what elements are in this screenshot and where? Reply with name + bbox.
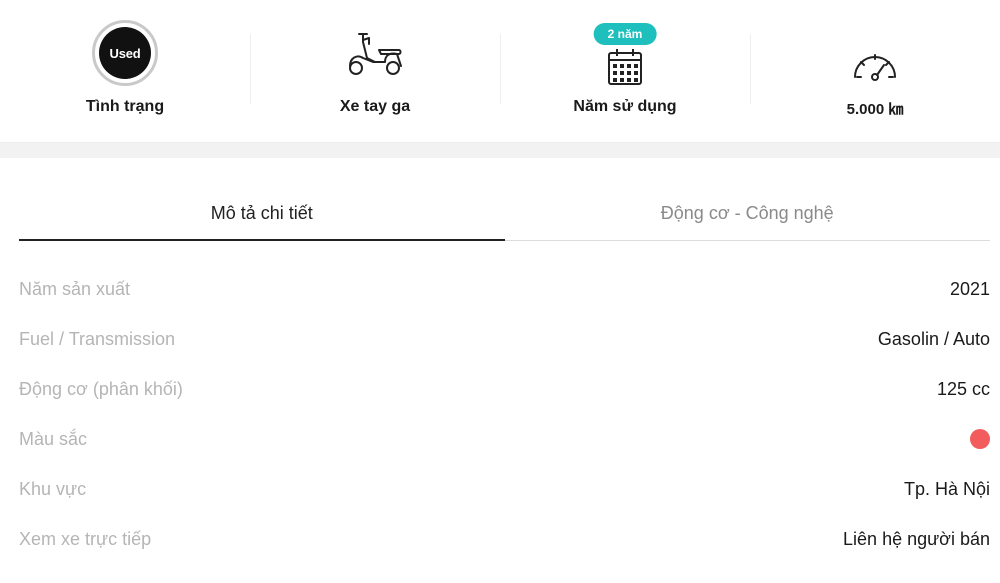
spec-value: 125 cc bbox=[936, 378, 990, 399]
years-used-cell: 2 năm Năm sử dụng bbox=[500, 0, 750, 142]
spec-value: Tp. Hà Nội bbox=[903, 478, 990, 499]
detail-tabs: Mô tả chi tiết Động cơ - Công nghệ bbox=[19, 185, 990, 241]
vehicle-type-cell: Xe tay ga bbox=[250, 0, 500, 142]
years-used-pill: 2 năm bbox=[593, 23, 657, 45]
spec-key: Xem xe trực tiếp bbox=[19, 528, 152, 549]
spec-key: Khu vực bbox=[19, 478, 87, 499]
color-swatch bbox=[970, 429, 990, 449]
spec-value: Liên hệ người bán bbox=[843, 528, 990, 549]
section-divider bbox=[0, 142, 1000, 158]
vehicle-type-label: Xe tay ga bbox=[339, 98, 411, 115]
spec-value: 2021 bbox=[949, 278, 990, 299]
condition-cell: Used Tình trạng bbox=[0, 0, 250, 142]
condition-icon-box: Used bbox=[90, 18, 160, 88]
tab-detailed-description[interactable]: Mô tả chi tiết bbox=[19, 185, 505, 241]
spec-key: Fuel / Transmission bbox=[19, 328, 176, 349]
spec-key: Năm sản xuất bbox=[19, 278, 131, 299]
speedometer-icon bbox=[840, 30, 910, 100]
spec-key: Động cơ (phân khối) bbox=[19, 378, 183, 399]
spec-list: Năm sản xuất 2021 Fuel / Transmission Ga… bbox=[19, 264, 990, 564]
condition-label: Tình trạng bbox=[85, 98, 165, 115]
mileage-label: 5.000 ㎞ bbox=[846, 101, 904, 118]
tab-engine-technology[interactable]: Động cơ - Công nghệ bbox=[504, 185, 990, 241]
used-badge: Used bbox=[92, 20, 158, 86]
spec-value: Gasolin / Auto bbox=[877, 328, 990, 349]
mileage-cell: 5.000 ㎞ bbox=[750, 0, 1000, 142]
spec-row-view-in-person: Xem xe trực tiếp Liên hệ người bán bbox=[19, 514, 990, 564]
scooter-icon bbox=[340, 18, 410, 88]
spec-row-year: Năm sản xuất 2021 bbox=[19, 264, 990, 314]
spec-row-engine: Động cơ (phân khối) 125 cc bbox=[19, 364, 990, 414]
spec-row-color: Màu sắc bbox=[19, 414, 990, 464]
years-used-label: Năm sử dụng bbox=[573, 98, 677, 115]
summary-strip: Used Tình trạng Xe tay ga 2 năm Năm sử d… bbox=[0, 0, 1000, 142]
spec-key: Màu sắc bbox=[19, 428, 88, 449]
used-badge-text: Used bbox=[99, 27, 151, 79]
spec-row-region: Khu vực Tp. Hà Nội bbox=[19, 464, 990, 514]
spec-row-fuel-transmission: Fuel / Transmission Gasolin / Auto bbox=[19, 314, 990, 364]
